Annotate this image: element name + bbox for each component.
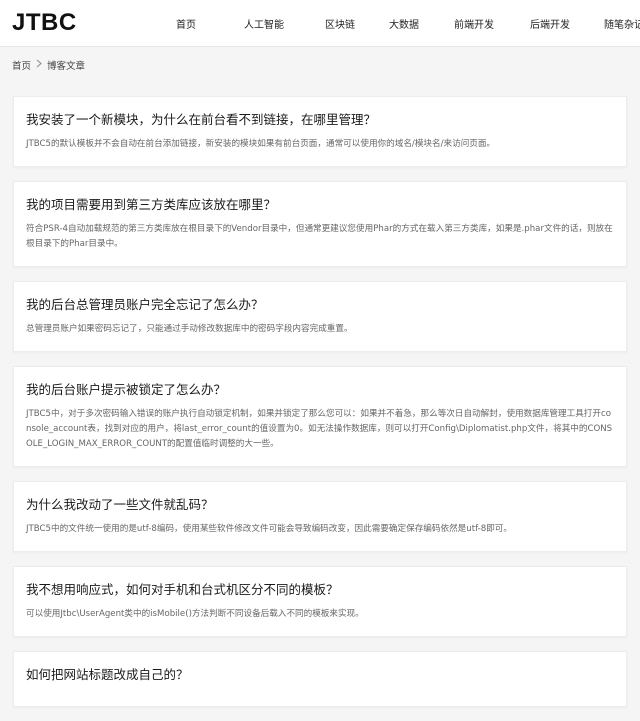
article-card[interactable]: 为什么我改动了一些文件就乱码？ JTBC5中的文件统一使用的是utf-8编码，使… <box>13 481 627 552</box>
article-title[interactable]: 我安装了一个新模块，为什么在前台看不到链接，在哪里管理？ <box>26 111 614 129</box>
article-title[interactable]: 为什么我改动了一些文件就乱码？ <box>26 496 614 514</box>
article-card[interactable]: 我的后台账户提示被锁定了怎么办？ JTBC5中，对于多次密码输入错误的账户执行自… <box>13 366 627 467</box>
article-title[interactable]: 我不想用响应式，如何对手机和台式机区分不同的模板？ <box>26 581 614 599</box>
article-summary: JTBC5中的文件统一使用的是utf-8编码，使用某些软件修改文件可能会导致编码… <box>26 524 512 534</box>
site-header: JTBC 首页 人工智能 区块链 大数据 前端开发 后端开发 随笔杂记 <box>0 0 640 47</box>
site-logo[interactable]: JTBC <box>12 9 77 37</box>
nav-item-blockchain[interactable]: 区块链 <box>316 16 364 31</box>
breadcrumb: 首页 博客文章 <box>0 47 640 83</box>
article-summary: JTBC5的默认模板并不会自动在前台添加链接，新安装的模块如果有前台页面，通常可… <box>26 139 496 149</box>
article-title[interactable]: 如何把网站标题改成自己的？ <box>26 666 614 684</box>
nav-item-frontend[interactable]: 前端开发 <box>444 16 504 31</box>
article-card[interactable]: 我安装了一个新模块，为什么在前台看不到链接，在哪里管理？ JTBC5的默认模板并… <box>13 96 627 167</box>
article-summary: 可以使用Jtbc\UserAgent类中的isMobile()方法判断不同设备后… <box>26 609 364 619</box>
article-summary: JTBC5中，对于多次密码输入错误的账户执行自动锁定机制，如果并锁定了那么您可以… <box>26 409 613 449</box>
nav-item-essays[interactable]: 随笔杂记 <box>594 16 640 31</box>
article-list: 我安装了一个新模块，为什么在前台看不到链接，在哪里管理？ JTBC5的默认模板并… <box>13 96 627 721</box>
nav-item-bigdata[interactable]: 大数据 <box>380 16 428 31</box>
breadcrumb-current: 博客文章 <box>47 61 86 72</box>
article-card[interactable]: 我的后台总管理员账户完全忘记了怎么办？ 总管理员账户如果密码忘记了，只能通过手动… <box>13 281 627 352</box>
article-title[interactable]: 我的后台总管理员账户完全忘记了怎么办？ <box>26 296 614 314</box>
nav-item-home[interactable]: 首页 <box>168 16 204 31</box>
article-title[interactable]: 我的后台账户提示被锁定了怎么办？ <box>26 381 614 399</box>
chevron-right-icon <box>36 59 42 71</box>
breadcrumb-home[interactable]: 首页 <box>12 58 31 72</box>
article-card[interactable]: 我不想用响应式，如何对手机和台式机区分不同的模板？ 可以使用Jtbc\UserA… <box>13 566 627 637</box>
article-summary: 符合PSR-4自动加载规范的第三方类库放在根目录下的Vendor目录中，但通常更… <box>26 224 613 249</box>
nav-item-ai[interactable]: 人工智能 <box>228 16 300 31</box>
article-summary: 总管理员账户如果密码忘记了，只能通过手动修改数据库中的密码字段内容完成重置。 <box>26 324 353 334</box>
main-nav: 首页 人工智能 区块链 大数据 前端开发 后端开发 随笔杂记 <box>168 0 640 46</box>
article-card[interactable]: 如何把网站标题改成自己的？ <box>13 651 627 707</box>
article-card[interactable]: 我的项目需要用到第三方类库应该放在哪里？ 符合PSR-4自动加载规范的第三方类库… <box>13 181 627 267</box>
nav-item-backend[interactable]: 后端开发 <box>520 16 580 31</box>
article-title[interactable]: 我的项目需要用到第三方类库应该放在哪里？ <box>26 196 614 214</box>
